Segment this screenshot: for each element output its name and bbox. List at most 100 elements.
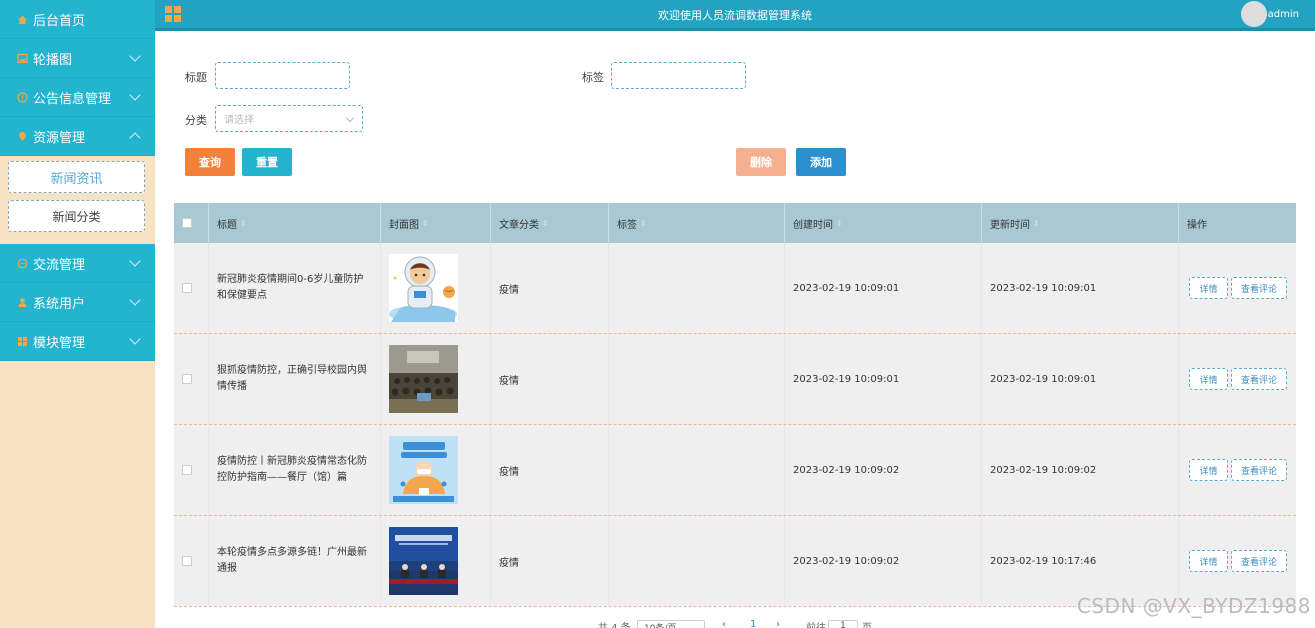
row-updated: 2023-02-19 10:09:02 (981, 425, 1178, 515)
tag-label: 标签 (582, 71, 604, 84)
sidebar-item-notice[interactable]: 公告信息管理 (0, 78, 155, 117)
category-label: 分类 (185, 114, 207, 127)
select-all-checkbox[interactable] (182, 218, 192, 228)
row-actions: 详情 查看评论 (1178, 516, 1296, 606)
grid-icon (16, 335, 28, 347)
pagination-total: 共 4 条 (598, 619, 631, 628)
row-title: 新冠肺炎疫情期间0-6岁儿童防护和保健要点 (208, 243, 380, 333)
select-all-cell (174, 203, 208, 243)
header-title[interactable]: 标题 ⬍ (208, 203, 380, 243)
row-category: 疫情 (490, 425, 608, 515)
row-checkbox[interactable] (182, 374, 192, 384)
view-comments-button[interactable]: 查看评论 (1231, 277, 1287, 299)
row-select-cell (174, 425, 208, 515)
row-select-cell (174, 243, 208, 333)
tag-input[interactable] (611, 62, 746, 89)
cover-image-classroom (389, 345, 458, 413)
sidebar-item-users[interactable]: 系统用户 (0, 283, 155, 322)
row-tag (608, 334, 784, 424)
detail-button[interactable]: 详情 (1189, 459, 1228, 481)
view-comments-button[interactable]: 查看评论 (1231, 459, 1287, 481)
sidebar-item-modules[interactable]: 模块管理 (0, 322, 155, 361)
detail-button[interactable]: 详情 (1189, 368, 1228, 390)
avatar[interactable] (1241, 1, 1267, 27)
table-row: 疫情防控丨新冠肺炎疫情常态化防控防护指南——餐厅（馆）篇 疫情 2023-02-… (174, 425, 1296, 516)
delete-button[interactable]: 删除 (736, 148, 786, 176)
view-comments-button[interactable]: 查看评论 (1231, 550, 1287, 572)
submenu-item-news-category[interactable]: 新闻分类 (8, 200, 145, 232)
header-created[interactable]: 创建时间 ⬍ (784, 203, 981, 243)
add-button[interactable]: 添加 (796, 148, 846, 176)
row-category: 疫情 (490, 334, 608, 424)
row-title: 本轮疫情多点多源多链！广州最新通报 (208, 516, 380, 606)
row-checkbox[interactable] (182, 556, 192, 566)
header-cover: 封面图 ⬍ (380, 203, 490, 243)
detail-button[interactable]: 详情 (1189, 550, 1228, 572)
sidebar-item-exchange[interactable]: 交流管理 (0, 244, 155, 283)
sidebar-item-resource[interactable]: 资源管理 (0, 117, 155, 156)
sidebar-item-label: 交流管理 (33, 257, 86, 273)
goto-page-input[interactable]: 1 (828, 620, 858, 628)
row-created: 2023-02-19 10:09:01 (784, 334, 981, 424)
row-tag (608, 425, 784, 515)
prev-page-icon[interactable]: ‹ (722, 619, 726, 628)
sidebar-item-label: 轮播图 (33, 52, 73, 68)
sidebar-item-label: 资源管理 (33, 130, 86, 146)
table-row: 狠抓疫情防控，正确引导校园内舆情传播 疫情 2023-02-19 10:09:0… (174, 334, 1296, 425)
news-table: 标题 ⬍ 封面图 ⬍ 文章分类 ⬍ 标签 ⬍ 创建时间 ⬍ 更新时间 ⬍ 操作 新冠肺炎疫情… (174, 203, 1296, 607)
reset-button[interactable]: 重置 (242, 148, 292, 176)
header-updated[interactable]: 更新时间 ⬍ (981, 203, 1178, 243)
row-title: 狠抓疫情防控，正确引导校园内舆情传播 (208, 334, 380, 424)
chevron-down-icon (129, 50, 141, 62)
row-select-cell (174, 516, 208, 606)
cover-image-press-conference (389, 527, 458, 595)
header-category[interactable]: 文章分类 ⬍ (490, 203, 608, 243)
row-title: 疫情防控丨新冠肺炎疫情常态化防控防护指南——餐厅（馆）篇 (208, 425, 380, 515)
sidebar: 后台首页 轮播图 公告信息管理 资源管理 新闻资讯 新闻分类 交流管理 系统用户… (0, 0, 155, 628)
view-comments-button[interactable]: 查看评论 (1231, 368, 1287, 390)
sidebar-item-label: 系统用户 (33, 296, 86, 312)
category-select[interactable]: 请选择 (215, 105, 363, 132)
chevron-down-icon (129, 294, 141, 306)
chevron-down-icon (129, 255, 141, 267)
image-icon (16, 52, 28, 64)
chevron-up-icon (129, 132, 141, 144)
row-updated: 2023-02-19 10:09:01 (981, 334, 1178, 424)
title-label: 标题 (185, 71, 207, 84)
next-page-icon[interactable]: › (776, 619, 780, 628)
sidebar-item-label: 模块管理 (33, 335, 86, 351)
row-tag (608, 243, 784, 333)
query-button[interactable]: 查询 (185, 148, 235, 176)
sidebar-item-home[interactable]: 后台首页 (0, 0, 155, 39)
sidebar-item-carousel[interactable]: 轮播图 (0, 39, 155, 78)
username[interactable]: admin (1268, 9, 1299, 20)
sidebar-item-label: 后台首页 (33, 13, 86, 29)
info-icon (16, 91, 28, 103)
row-tag (608, 516, 784, 606)
row-cover (380, 425, 490, 515)
row-checkbox[interactable] (182, 465, 192, 475)
header-actions: 操作 (1178, 203, 1296, 243)
resource-submenu: 新闻资讯 新闻分类 (0, 156, 155, 244)
chevron-down-icon (129, 333, 141, 345)
title-input[interactable] (215, 62, 350, 89)
row-checkbox[interactable] (182, 283, 192, 293)
detail-button[interactable]: 详情 (1189, 277, 1228, 299)
row-updated: 2023-02-19 10:17:46 (981, 516, 1178, 606)
page-number-current[interactable]: 1 (750, 619, 756, 628)
row-category: 疫情 (490, 243, 608, 333)
top-header: 欢迎使用人员流调数据管理系统 admin (155, 0, 1315, 31)
watermark: CSDN @VX_BYDZ1988 (1076, 594, 1311, 618)
page-size-select[interactable]: 10条/页 (637, 620, 705, 628)
cover-image-astronaut (389, 254, 458, 322)
header-tag[interactable]: 标签 ⬍ (608, 203, 784, 243)
submenu-item-news[interactable]: 新闻资讯 (8, 161, 145, 193)
category-placeholder: 请选择 (224, 115, 254, 126)
row-actions: 详情 查看评论 (1178, 243, 1296, 333)
row-updated: 2023-02-19 10:09:01 (981, 243, 1178, 333)
row-select-cell (174, 334, 208, 424)
sidebar-item-label: 公告信息管理 (33, 91, 112, 107)
goto-label: 前往 (806, 619, 826, 628)
table-header: 标题 ⬍ 封面图 ⬍ 文章分类 ⬍ 标签 ⬍ 创建时间 ⬍ 更新时间 ⬍ 操作 (174, 203, 1296, 243)
user-icon (16, 296, 28, 308)
